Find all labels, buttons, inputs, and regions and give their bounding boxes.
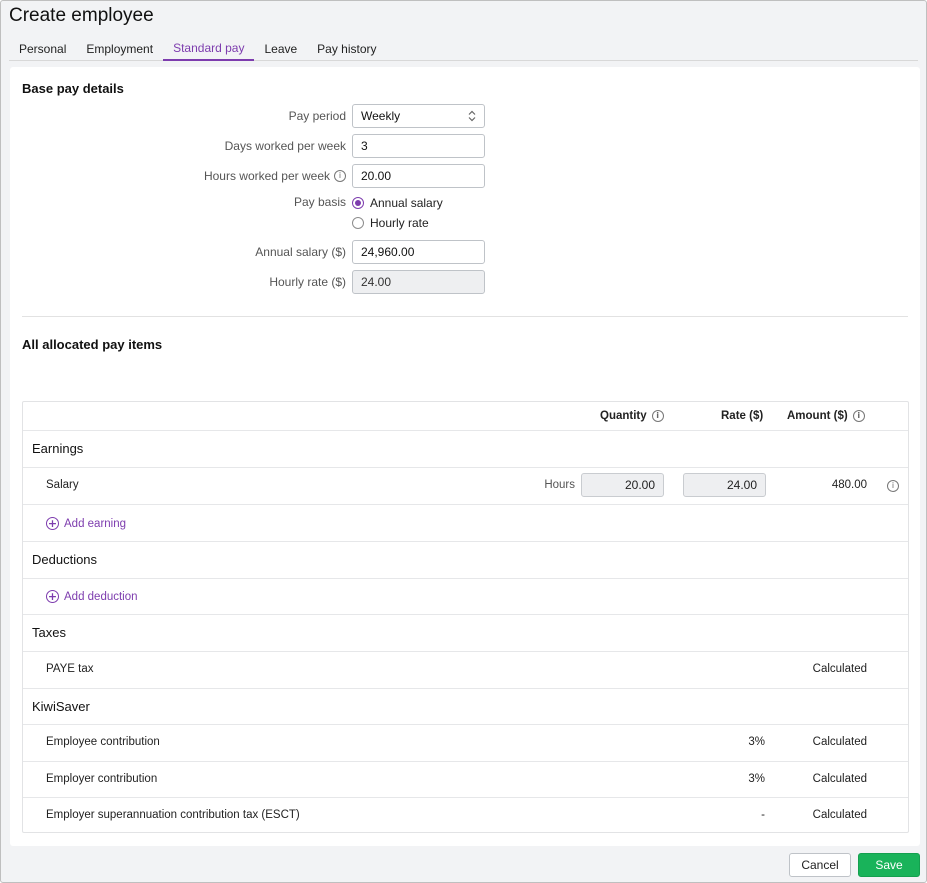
table-row: Employer contribution 3% Calculated: [23, 762, 908, 798]
esct-rate: -: [761, 809, 765, 821]
tab-leave[interactable]: Leave: [254, 37, 307, 61]
deductions-label: Deductions: [32, 552, 98, 567]
add-deduction-row: + Add deduction: [23, 579, 908, 615]
salary-unit: Hours: [544, 479, 575, 491]
info-icon[interactable]: i: [887, 480, 899, 492]
add-deduction-link[interactable]: + Add deduction: [46, 590, 138, 603]
employer-contribution-rate: 3%: [748, 773, 765, 785]
employee-contribution-rate: 3%: [748, 736, 765, 748]
earnings-label: Earnings: [32, 441, 84, 456]
pay-items-title: All allocated pay items: [22, 337, 163, 352]
quantity-header-label: Quantity: [600, 410, 647, 422]
paye-tax-label: PAYE tax: [46, 663, 94, 675]
plus-circle-icon: +: [46, 517, 59, 530]
hours-worked-label-group: Hours worked per week i: [204, 164, 346, 188]
group-row-kiwisaver: KiwiSaver: [23, 689, 908, 725]
add-deduction-label: Add deduction: [64, 590, 138, 603]
employer-contribution-amount: Calculated: [812, 773, 867, 785]
annual-salary-row: Annual salary ($) 24,960.00: [10, 240, 490, 264]
employee-contribution-amount: Calculated: [812, 736, 867, 748]
amount-header-label: Amount ($): [787, 410, 848, 422]
tab-bar: Personal Employment Standard pay Leave P…: [9, 37, 918, 61]
rate-header: Rate ($): [721, 410, 764, 422]
add-earning-row: + Add earning: [23, 505, 908, 542]
tab-personal[interactable]: Personal: [9, 37, 76, 61]
plus-circle-icon: +: [46, 590, 59, 603]
pay-period-row: Pay period Weekly: [10, 104, 490, 128]
paye-tax-amount: Calculated: [812, 663, 867, 675]
add-earning-label: Add earning: [64, 517, 127, 530]
group-row-deductions: Deductions: [23, 542, 908, 579]
group-row-taxes: Taxes: [23, 615, 908, 652]
pay-basis-label: Pay basis: [293, 195, 346, 209]
radio-annual-salary-label: Annual salary: [370, 196, 443, 210]
employee-contribution-label: Employee contribution: [46, 736, 160, 748]
taxes-label: Taxes: [32, 625, 66, 640]
salary-amount: 480.00: [831, 479, 867, 491]
annual-salary-label: Annual salary ($): [255, 245, 346, 259]
kiwisaver-label: KiwiSaver: [32, 699, 90, 714]
amount-header: Amount ($) i: [787, 402, 865, 430]
tab-pay-history[interactable]: Pay history: [307, 37, 386, 61]
tab-employment[interactable]: Employment: [76, 37, 163, 61]
standard-pay-card: Base pay details Pay period Weekly Days …: [10, 67, 920, 846]
save-button[interactable]: Save: [858, 853, 920, 877]
add-earning-link[interactable]: + Add earning: [46, 517, 126, 530]
group-row-earnings: Earnings: [23, 431, 908, 468]
salary-rate-field: 24.00: [683, 473, 766, 497]
table-row: Employee contribution 3% Calculated: [23, 725, 908, 762]
radio-unchecked-icon: [352, 217, 364, 229]
esct-amount: Calculated: [812, 809, 867, 821]
radio-hourly-rate[interactable]: Hourly rate: [352, 215, 429, 231]
pay-basis-row: Pay basis Annual salary Hourly rate: [10, 194, 490, 230]
cancel-button[interactable]: Cancel: [789, 853, 851, 877]
section-divider: [22, 316, 908, 317]
salary-label: Salary: [46, 479, 79, 491]
hours-worked-label: Hours worked per week: [203, 169, 330, 183]
table-row: Salary Hours 20.00 24.00 480.00 i: [23, 468, 908, 505]
radio-annual-salary[interactable]: Annual salary: [352, 195, 443, 211]
info-icon[interactable]: i: [334, 170, 346, 182]
days-worked-row: Days worked per week 3: [10, 134, 490, 158]
hours-worked-row: Hours worked per week i 20.00: [10, 164, 490, 188]
hourly-rate-label: Hourly rate ($): [269, 275, 346, 289]
base-pay-title: Base pay details: [22, 81, 124, 96]
pay-period-label: Pay period: [288, 109, 346, 123]
hourly-rate-row: Hourly rate ($) 24.00: [10, 270, 490, 294]
pay-period-select[interactable]: Weekly: [352, 104, 485, 128]
annual-salary-input[interactable]: 24,960.00: [352, 240, 485, 264]
radio-checked-icon: [352, 197, 364, 209]
employer-contribution-label: Employer contribution: [46, 773, 158, 785]
window: Create employee Personal Employment Stan…: [0, 0, 927, 883]
radio-hourly-rate-label: Hourly rate: [370, 216, 429, 230]
page-title: Create employee: [9, 5, 154, 26]
table-row: PAYE tax Calculated: [23, 652, 908, 689]
table-row: Employer superannuation contribution tax…: [23, 798, 908, 832]
hours-worked-input[interactable]: 20.00: [352, 164, 485, 188]
salary-quantity-field: 20.00: [581, 473, 664, 497]
pay-items-table: Quantity i Rate ($) Amount ($) i Earning…: [22, 401, 909, 833]
pay-period-value: Weekly: [361, 109, 401, 123]
select-arrows-icon: [468, 110, 476, 122]
table-header: Quantity i Rate ($) Amount ($) i: [23, 402, 908, 431]
info-icon[interactable]: i: [651, 410, 664, 422]
hourly-rate-input: 24.00: [352, 270, 485, 294]
quantity-header: Quantity i: [600, 402, 664, 430]
tab-standard-pay[interactable]: Standard pay: [163, 37, 255, 61]
days-worked-input[interactable]: 3: [352, 134, 485, 158]
info-icon[interactable]: i: [852, 410, 865, 422]
esct-label: Employer superannuation contribution tax…: [46, 809, 300, 821]
days-worked-label: Days worked per week: [224, 139, 346, 153]
